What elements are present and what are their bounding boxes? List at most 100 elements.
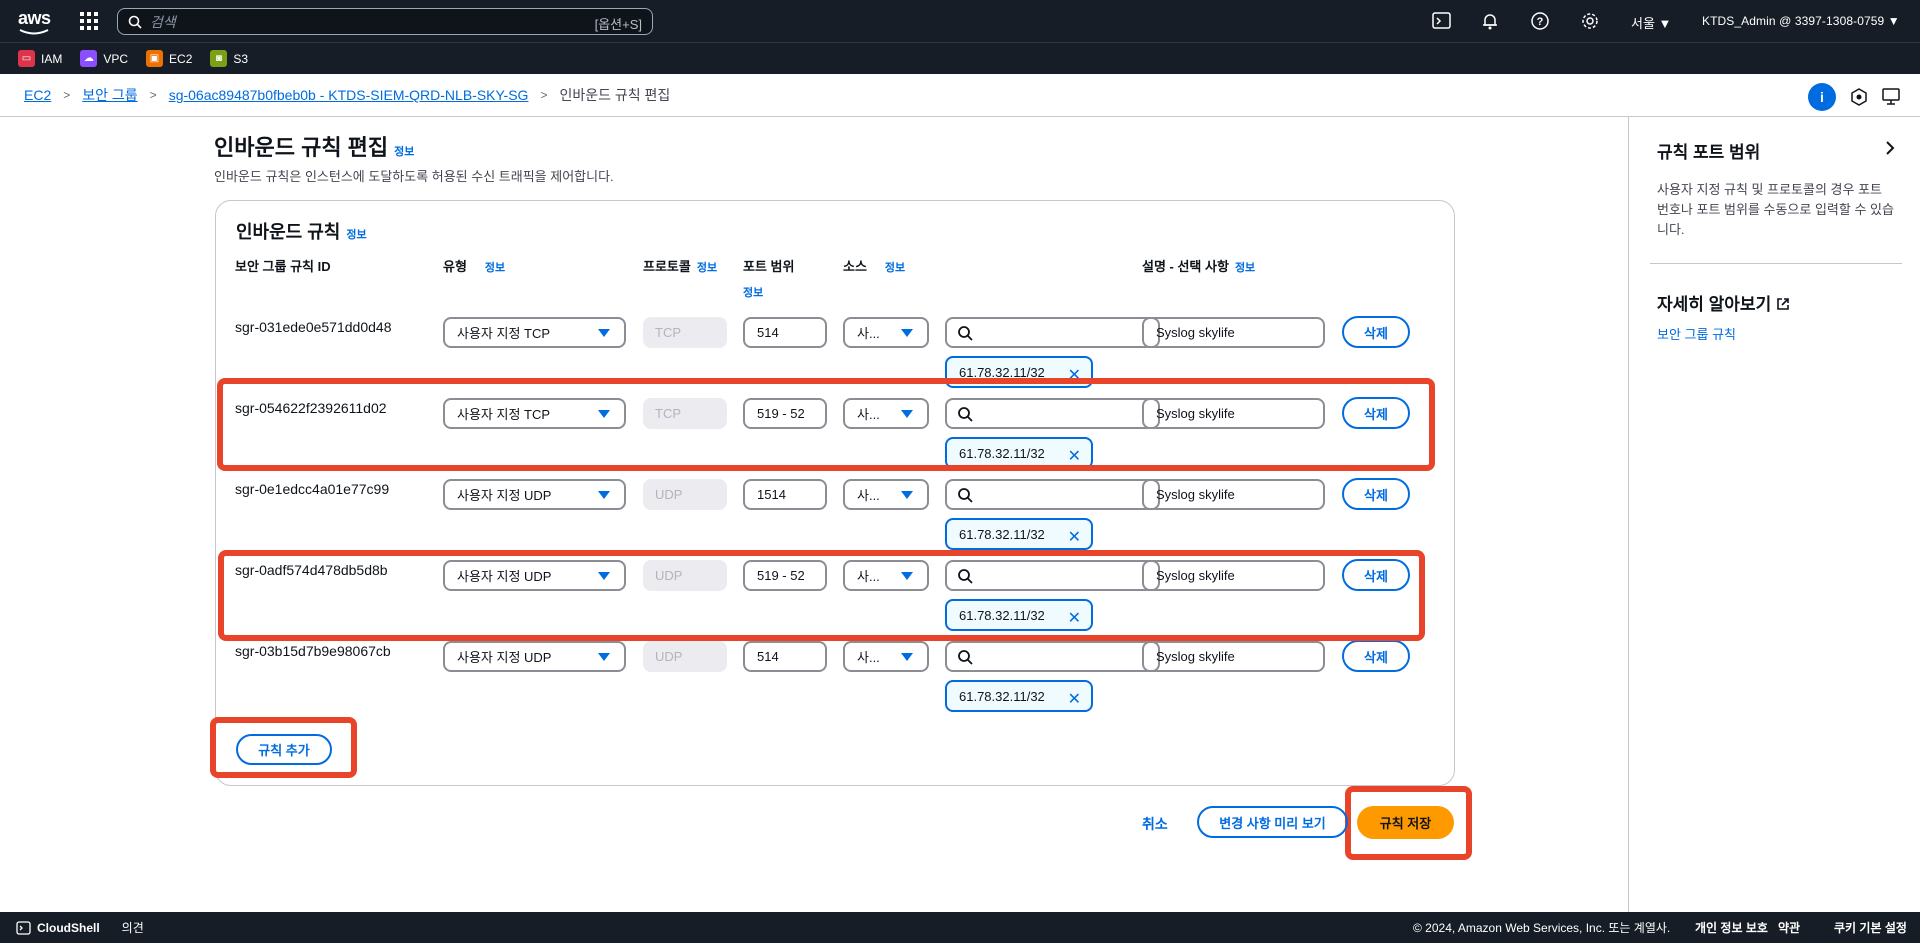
page-info-link[interactable]: 정보 xyxy=(394,146,414,158)
ec2-service-icon: ▣ xyxy=(146,50,164,67)
cloudshell-button[interactable]: CloudShell xyxy=(16,921,100,935)
save-rules-button[interactable]: 규칙 저장 xyxy=(1357,806,1454,839)
security-group-rules-link[interactable]: 보안 그룹 규칙 xyxy=(1657,324,1736,343)
source-search-input[interactable] xyxy=(945,479,1160,510)
top-navigation-bar: aws 검색 [옵션+S] ? 서울 ▼ KTDS_Admin @ 3397-1… xyxy=(0,0,1920,42)
aws-smile-icon xyxy=(19,29,49,35)
protocol-field: UDP xyxy=(643,479,727,510)
help-icon[interactable]: ? xyxy=(1530,11,1550,31)
search-shortcut: [옵션+S] xyxy=(594,17,642,32)
description-input[interactable]: Syslog skylife xyxy=(1142,641,1325,672)
delete-rule-button[interactable]: 삭제 xyxy=(1342,316,1410,348)
type-select-value: 사용자 지정 UDP xyxy=(457,488,552,503)
utility-icons: i xyxy=(1808,83,1902,111)
settings-gear-icon[interactable] xyxy=(1580,11,1600,31)
type-select-value: 사용자 지정 UDP xyxy=(457,650,552,665)
learn-more-heading: 자세히 알아보기 xyxy=(1657,290,1790,315)
caret-down-icon xyxy=(901,653,913,661)
port-range-input[interactable]: 1514 xyxy=(743,479,827,510)
description-info-link[interactable]: 정보 xyxy=(1235,262,1255,274)
global-search-input[interactable]: 검색 [옵션+S] xyxy=(117,8,653,35)
terms-link[interactable]: 약관 xyxy=(1778,919,1800,936)
protocol-info-link[interactable]: 정보 xyxy=(697,262,717,274)
breadcrumb-security-group-detail[interactable]: sg-06ac89487b0fbeb0b - KTDS-SIEM-QRD-NLB… xyxy=(169,87,529,103)
info-panel-icon[interactable]: i xyxy=(1808,83,1836,111)
aws-logo[interactable]: aws xyxy=(18,8,51,35)
help-panel-text: 사용자 지정 규칙 및 프로토콜의 경우 포트 번호나 포트 범위를 수동으로 … xyxy=(1657,182,1894,237)
source-select[interactable]: 사... xyxy=(843,317,929,348)
source-cidr-token: 61.78.32.11/32 ✕ xyxy=(945,518,1093,550)
type-select-value: 사용자 지정 TCP xyxy=(457,326,551,341)
breadcrumb: EC2 > 보안 그룹 > sg-06ac89487b0fbeb0b - KTD… xyxy=(0,74,1920,117)
cloudshell-icon xyxy=(16,920,31,935)
svg-text:?: ? xyxy=(1537,16,1544,28)
remove-token-icon[interactable]: ✕ xyxy=(1068,689,1081,709)
source-select-value: 사... xyxy=(857,326,880,341)
caret-down-icon xyxy=(598,653,610,661)
panel-title: 인바운드 규칙 정보 xyxy=(236,218,367,244)
panel-info-link[interactable]: 정보 xyxy=(346,229,366,241)
chevron-right-icon: > xyxy=(149,88,157,102)
search-icon xyxy=(958,488,973,503)
caret-down-icon xyxy=(901,491,913,499)
region-selector[interactable]: 서울 ▼ xyxy=(1631,13,1671,32)
source-info-link[interactable]: 정보 xyxy=(885,262,905,274)
protocol-field: TCP xyxy=(643,317,727,348)
column-header-source-text: 소스 xyxy=(843,259,867,274)
highlight-box xyxy=(217,378,1435,471)
search-placeholder: 검색 xyxy=(150,13,176,30)
favorite-iam[interactable]: ▭ IAM xyxy=(18,50,62,67)
rule-id: sgr-0e1edcc4a01e77c99 xyxy=(235,481,390,497)
favorite-vpc[interactable]: ☁ VPC xyxy=(80,50,128,67)
services-grid-icon[interactable] xyxy=(80,12,98,33)
port-range-input[interactable]: 514 xyxy=(743,317,827,348)
cloudshell-label: CloudShell xyxy=(37,920,100,935)
feedback-monitor-icon[interactable] xyxy=(1882,88,1902,106)
breadcrumb-current: 인바운드 규칙 편집 xyxy=(559,87,671,103)
type-select[interactable]: 사용자 지정 UDP xyxy=(443,479,626,510)
delete-rule-button[interactable]: 삭제 xyxy=(1342,478,1410,510)
preview-changes-button[interactable]: 변경 사항 미리 보기 xyxy=(1197,806,1348,838)
learn-more-text: 자세히 알아보기 xyxy=(1657,295,1772,314)
notifications-bell-icon[interactable] xyxy=(1480,11,1500,31)
add-rule-button[interactable]: 규칙 추가 xyxy=(236,734,332,765)
page-title: 인바운드 규칙 편집 정보 xyxy=(214,130,414,162)
column-header-type-text: 유형 xyxy=(443,259,467,274)
caret-down-icon xyxy=(598,491,610,499)
description-input[interactable]: Syslog skylife xyxy=(1142,479,1325,510)
port-info-link[interactable]: 정보 xyxy=(743,287,763,299)
source-select[interactable]: 사... xyxy=(843,641,929,672)
port-range-input[interactable]: 514 xyxy=(743,641,827,672)
external-link-icon xyxy=(1777,298,1789,310)
chevron-right-icon: > xyxy=(63,88,71,102)
favorite-label: IAM xyxy=(41,51,63,66)
privacy-link[interactable]: 개인 정보 보호 xyxy=(1695,919,1768,936)
cloudshell-icon[interactable] xyxy=(1432,11,1452,31)
caret-down-icon xyxy=(598,329,610,337)
type-select[interactable]: 사용자 지정 TCP xyxy=(443,317,626,348)
feedback-link[interactable]: 의견 xyxy=(122,919,144,936)
notifications-hex-icon[interactable] xyxy=(1850,88,1868,106)
source-search-input[interactable] xyxy=(945,641,1160,672)
breadcrumb-security-groups[interactable]: 보안 그룹 xyxy=(82,85,137,105)
rule-id: sgr-03b15d7b9e98067cb xyxy=(235,643,391,659)
description-input[interactable]: Syslog skylife xyxy=(1142,317,1325,348)
source-select-value: 사... xyxy=(857,650,880,665)
column-header-source: 소스 정보 xyxy=(843,256,905,275)
cidr-text: 61.78.32.11/32 xyxy=(959,688,1045,704)
remove-token-icon[interactable]: ✕ xyxy=(1068,527,1081,547)
favorite-ec2[interactable]: ▣ EC2 xyxy=(146,50,192,67)
source-search-input[interactable] xyxy=(945,317,1160,348)
chevron-right-icon[interactable] xyxy=(1884,140,1896,156)
cookie-preferences-link[interactable]: 쿠키 기본 설정 xyxy=(1834,919,1907,936)
type-select[interactable]: 사용자 지정 UDP xyxy=(443,641,626,672)
favorite-s3[interactable]: ◙ S3 xyxy=(210,50,248,67)
breadcrumb-ec2[interactable]: EC2 xyxy=(24,87,51,103)
favorite-label: VPC xyxy=(103,51,129,66)
type-info-link[interactable]: 정보 xyxy=(485,262,505,274)
cidr-text: 61.78.32.11/32 xyxy=(959,526,1045,542)
delete-rule-button[interactable]: 삭제 xyxy=(1342,640,1410,672)
cancel-button[interactable]: 취소 xyxy=(1142,814,1168,834)
source-select[interactable]: 사... xyxy=(843,479,929,510)
account-menu[interactable]: KTDS_Admin @ 3397-1308-0759 ▼ xyxy=(1702,14,1900,28)
